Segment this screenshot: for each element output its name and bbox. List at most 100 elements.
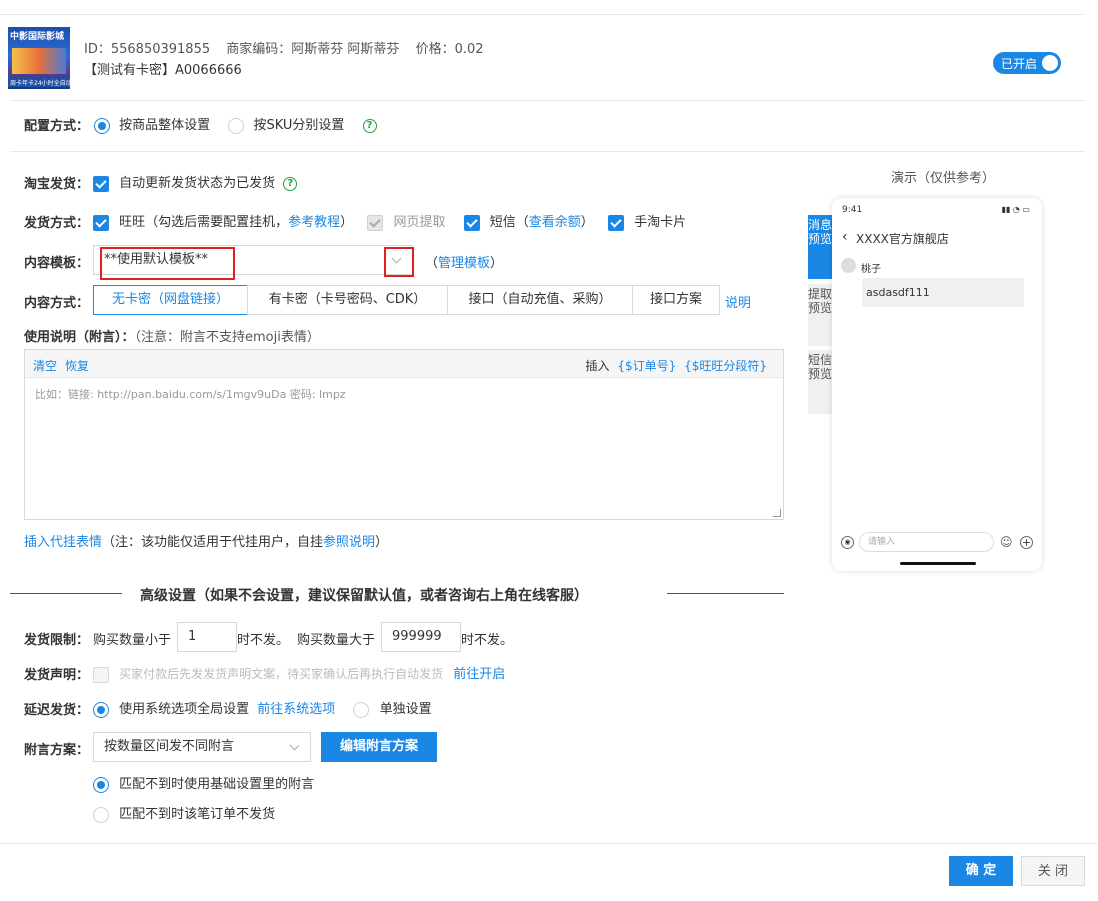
- notes-hint: （注意：附言不支持emoji表情）: [134, 330, 320, 345]
- resize-handle[interactable]: [773, 509, 781, 517]
- statement-label: 发货声明：: [24, 668, 90, 683]
- notes-label: 使用说明（附言）：: [24, 330, 135, 345]
- delay-global-label[interactable]: 使用系统选项全局设置: [119, 702, 249, 717]
- delay-label: 延迟发货：: [24, 703, 90, 718]
- top-divider: [0, 14, 1085, 15]
- balance-link[interactable]: 查看余额: [529, 215, 581, 230]
- insert-order-no[interactable]: {$订单号}: [617, 359, 676, 373]
- divider: [10, 100, 1085, 101]
- preview-tab-extract[interactable]: 提取预览: [808, 284, 832, 346]
- notes-textarea[interactable]: 比如：链接: http://pan.baidu.com/s/1mgv9uDa 密…: [25, 378, 783, 410]
- delay-row: 使用系统选项全局设置 前往系统选项 单独设置: [93, 698, 432, 718]
- scheme-opt1: 匹配不到时使用基础设置里的附言: [93, 773, 314, 793]
- limit-more-input[interactable]: 999999: [381, 622, 461, 652]
- advanced-line-right: [667, 593, 784, 594]
- thumb-title: 中影国际影城: [10, 32, 65, 42]
- product-thumbnail: 中影国际影城 周卡年卡24小时全自动发货: [8, 27, 70, 89]
- tab-with-card[interactable]: 有卡密（卡号密码、CDK）: [247, 285, 448, 315]
- chat-input[interactable]: 请输入: [859, 532, 994, 552]
- config-whole-radio[interactable]: [94, 117, 110, 134]
- toggle-knob: [1042, 55, 1058, 71]
- help-icon[interactable]: ?: [362, 118, 377, 133]
- limit-less-prefix: 购买数量小于: [93, 633, 172, 648]
- manage-template: （管理模板）: [425, 252, 503, 271]
- footer-divider: [0, 843, 1098, 844]
- delay-global-radio[interactable]: [93, 701, 109, 718]
- wangwang-label[interactable]: 旺旺（勾选后需要配置挂机，: [119, 215, 288, 230]
- confirm-button[interactable]: 确 定: [949, 856, 1013, 886]
- webpage-checkbox[interactable]: [367, 214, 384, 231]
- phone-time: 9:41: [842, 205, 863, 215]
- config-sku-label[interactable]: 按SKU分别设置: [253, 118, 344, 133]
- insert-emoji-close: ）: [375, 535, 389, 550]
- limit-less-input[interactable]: 1: [177, 622, 237, 652]
- webpage-label[interactable]: 网页提取: [393, 215, 445, 230]
- statement-link[interactable]: 前往开启: [453, 667, 505, 682]
- merchant-value: 阿斯蒂芬 阿斯蒂芬: [291, 42, 400, 57]
- message-bubble: asdasdf111: [862, 278, 1024, 307]
- tab-no-card[interactable]: 无卡密（网盘链接）: [93, 285, 248, 315]
- restore-button[interactable]: 恢复: [65, 357, 89, 374]
- insert-emoji-link[interactable]: 插入代挂表情: [24, 535, 102, 550]
- insert-emoji-note: （注：该功能仅适用于代挂用户，自挂: [102, 535, 324, 550]
- insert-ww-seg[interactable]: {$旺旺分段符}: [684, 359, 767, 373]
- delay-goto-link[interactable]: 前往系统选项: [257, 702, 335, 717]
- ref-link[interactable]: 参照说明: [323, 535, 375, 550]
- config-whole-label[interactable]: 按商品整体设置: [119, 118, 210, 133]
- handtao-checkbox[interactable]: [607, 214, 624, 231]
- wangwang-checkbox[interactable]: [93, 214, 109, 231]
- scheme-label: 附言方案：: [24, 743, 90, 758]
- close-paren: ）: [340, 215, 354, 230]
- delay-single-label[interactable]: 单独设置: [380, 702, 432, 717]
- statement-checkbox[interactable]: [93, 666, 109, 683]
- tutorial-link[interactable]: 参考教程: [288, 215, 340, 230]
- manage-close: ）: [490, 256, 504, 271]
- scheme-value: 按数量区间发不同附言: [104, 739, 235, 754]
- auto-update-label[interactable]: 自动更新发货状态为已发货: [119, 176, 275, 191]
- template-label: 内容模板：: [24, 256, 90, 271]
- taobao-row: 自动更新发货状态为已发货 ?: [93, 172, 298, 192]
- sms-close: ）: [580, 215, 594, 230]
- voice-icon[interactable]: ◉: [841, 536, 854, 549]
- delivery-label: 发货方式：: [24, 216, 90, 231]
- notes-editor: 清空 恢复 插入 {$订单号} {$旺旺分段符} 比如：链接: http://p…: [24, 349, 784, 520]
- tab-api[interactable]: 接口（自动充值、采购）: [447, 285, 633, 315]
- manage-template-link[interactable]: 管理模板: [438, 256, 490, 271]
- preview-tab-sms[interactable]: 短信预览: [808, 350, 832, 414]
- scheme-opt2-label[interactable]: 匹配不到时该笔订单不发货: [119, 807, 275, 822]
- product-meta: ID：556850391855 商家编码：阿斯蒂芬 阿斯蒂芬 价格：0.02: [84, 38, 484, 57]
- clear-button[interactable]: 清空: [33, 357, 57, 374]
- plus-icon[interactable]: +: [1020, 536, 1033, 549]
- close-button[interactable]: 关 闭: [1021, 856, 1085, 886]
- id-value: 556850391855: [110, 42, 211, 57]
- scheme-opt1-label[interactable]: 匹配不到时使用基础设置里的附言: [119, 777, 314, 792]
- price-value: 0.02: [454, 42, 484, 57]
- tab-api-scheme[interactable]: 接口方案: [632, 285, 720, 315]
- scheme-select[interactable]: 按数量区间发不同附言: [93, 732, 311, 762]
- scheme-opt1-radio[interactable]: [93, 776, 109, 793]
- help-icon[interactable]: ?: [283, 176, 298, 191]
- emoji-icon[interactable]: ☺: [1000, 535, 1013, 549]
- auto-update-checkbox[interactable]: [93, 175, 109, 192]
- explain-link[interactable]: 说明: [725, 292, 751, 311]
- delay-single-radio[interactable]: [353, 701, 370, 718]
- advanced-title: 高级设置（如果不会设置，建议保留默认值，或者咨询右上角在线客服）: [140, 588, 588, 604]
- product-name: 【测试有卡密】A0066666: [84, 63, 242, 78]
- config-options: 按商品整体设置 按SKU分别设置 ?: [94, 114, 377, 134]
- limit-more-suffix: 时不发。: [461, 633, 514, 648]
- back-icon[interactable]: ‹: [842, 229, 848, 245]
- merchant-label: 商家编码：: [226, 42, 292, 57]
- config-sku-radio[interactable]: [228, 117, 245, 134]
- enable-toggle[interactable]: 已开启: [993, 52, 1061, 74]
- scheme-opt2-radio[interactable]: [93, 806, 109, 823]
- handtao-label[interactable]: 手淘卡片: [634, 215, 686, 230]
- preview-tab-message[interactable]: 消息预览: [808, 215, 832, 279]
- price-label: 价格：: [415, 42, 455, 57]
- sms-checkbox[interactable]: [463, 214, 480, 231]
- limit-less-suffix: 时不发。: [237, 633, 290, 648]
- sms-label[interactable]: 短信（: [490, 215, 529, 230]
- divider: [10, 151, 1085, 152]
- edit-scheme-button[interactable]: 编辑附言方案: [321, 732, 437, 762]
- insert-label: 插入: [585, 359, 610, 373]
- chevron-down-icon[interactable]: [289, 740, 300, 751]
